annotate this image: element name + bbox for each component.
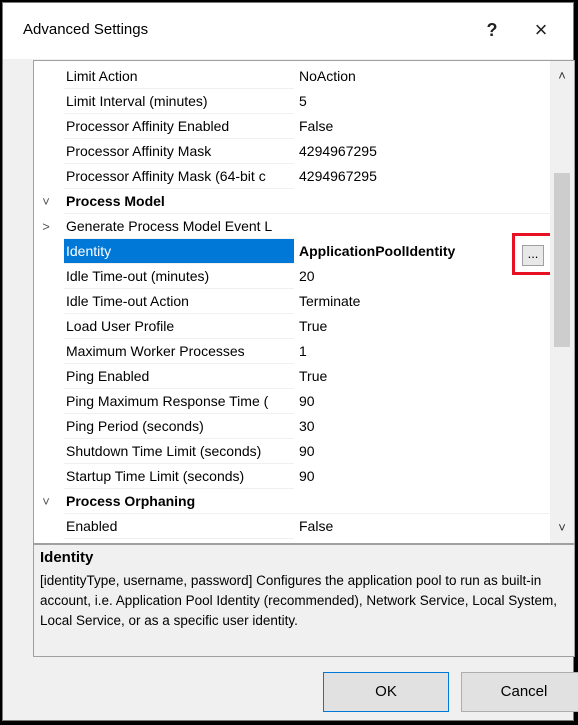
property-name: Load User Profile	[64, 314, 294, 339]
property-name: Ping Period (seconds)	[64, 414, 294, 439]
row-gutter	[34, 139, 58, 164]
dialog-title: Advanced Settings	[23, 21, 149, 38]
property-value[interactable]: 90	[296, 464, 554, 489]
property-value[interactable]: 90	[296, 439, 554, 464]
property-value[interactable]: 4294967295	[296, 139, 554, 164]
property-value[interactable]: 5	[296, 89, 554, 114]
property-row[interactable]: Maximum Worker Processes 1	[34, 339, 554, 364]
property-name: Ping Maximum Response Time (	[64, 389, 294, 414]
property-value[interactable]: Terminate	[296, 289, 554, 314]
advanced-settings-dialog: Advanced Settings ? × Limit Action NoActi…	[2, 2, 578, 721]
property-row[interactable]: Load User Profile True	[34, 314, 554, 339]
property-name: Shutdown Time Limit (seconds)	[64, 439, 294, 464]
property-row[interactable]: Shutdown Time Limit (seconds) 90	[34, 439, 554, 464]
property-name: Ping Enabled	[64, 364, 294, 389]
scroll-down-icon[interactable]: ˅	[550, 517, 574, 539]
property-name: Limit Interval (minutes)	[64, 89, 294, 114]
category-label: Process Model	[64, 189, 554, 214]
property-value[interactable]: NoAction	[296, 64, 554, 89]
category-label: Process Orphaning	[64, 489, 554, 514]
property-row[interactable]: Ping Maximum Response Time (90	[34, 389, 554, 414]
highlight-annotation	[512, 233, 554, 275]
property-value[interactable]: 90	[296, 389, 554, 414]
row-gutter	[34, 64, 58, 89]
property-name: Enabled	[64, 514, 294, 539]
title-bar: Advanced Settings ? ×	[3, 3, 573, 59]
property-name: Processor Affinity Mask	[64, 139, 294, 164]
ok-button[interactable]: OK	[323, 672, 449, 712]
property-row[interactable]: Limit Action NoAction	[34, 64, 554, 89]
row-gutter	[34, 164, 58, 189]
description-panel: Identity [identityType, username, passwo…	[33, 544, 575, 657]
property-row[interactable]: Startup Time Limit (seconds) 90	[34, 464, 554, 489]
property-row[interactable]: Processor Affinity Enabled False	[34, 114, 554, 139]
row-gutter	[34, 339, 58, 364]
category-row[interactable]: ˅ Process Orphaning	[34, 489, 554, 514]
property-row[interactable]: Idle Time-out (minutes) 20	[34, 264, 554, 289]
property-name: Identity	[64, 239, 294, 264]
property-row[interactable]: Identity ApplicationPoolIdentity	[34, 239, 554, 264]
scrollbar[interactable]: ˄ ˅	[550, 61, 574, 543]
property-row[interactable]: Ping Enabled True	[34, 364, 554, 389]
property-row[interactable]: Processor Affinity Mask 4294967295	[34, 139, 554, 164]
cancel-button[interactable]: Cancel	[461, 672, 578, 712]
property-name: Idle Time-out (minutes)	[64, 264, 294, 289]
row-gutter	[34, 364, 58, 389]
property-value[interactable]: False	[296, 514, 554, 539]
row-gutter	[34, 314, 58, 339]
property-row[interactable]: Idle Time-out Action Terminate	[34, 289, 554, 314]
property-row[interactable]: Enabled False	[34, 514, 554, 539]
row-gutter	[34, 414, 58, 439]
scrollbar-thumb[interactable]	[554, 173, 570, 347]
help-icon[interactable]: ?	[478, 15, 506, 45]
collapse-icon[interactable]: ˅	[34, 489, 58, 514]
property-name: Maximum Worker Processes	[64, 339, 294, 364]
row-gutter	[34, 439, 58, 464]
property-value[interactable]: 4294967295	[296, 164, 554, 189]
property-row[interactable]: Ping Period (seconds) 30	[34, 414, 554, 439]
property-value[interactable]: 1	[296, 339, 554, 364]
row-gutter	[34, 289, 58, 314]
row-gutter	[34, 89, 58, 114]
property-value[interactable]: False	[296, 114, 554, 139]
property-value[interactable]: True	[296, 314, 554, 339]
row-gutter	[34, 264, 58, 289]
property-name: Limit Action	[64, 64, 294, 89]
property-name: Generate Process Model Event L	[64, 214, 294, 239]
category-row[interactable]: ˅ Process Model	[34, 189, 554, 214]
property-value[interactable]: True	[296, 364, 554, 389]
row-gutter	[34, 389, 58, 414]
property-name: Processor Affinity Enabled	[64, 114, 294, 139]
description-text: [identityType, username, password] Confi…	[40, 573, 557, 628]
close-icon[interactable]: ×	[523, 15, 559, 45]
description-title: Identity	[40, 549, 94, 566]
property-name: Processor Affinity Mask (64-bit c	[64, 164, 294, 189]
collapse-icon[interactable]: ˅	[34, 189, 58, 214]
row-gutter	[34, 114, 58, 139]
expand-icon[interactable]: >	[34, 214, 58, 239]
row-gutter	[34, 239, 58, 264]
row-gutter	[34, 464, 58, 489]
property-row[interactable]: > Generate Process Model Event L	[34, 214, 554, 239]
scroll-up-icon[interactable]: ˄	[550, 65, 574, 87]
property-row[interactable]: Limit Interval (minutes) 5	[34, 89, 554, 114]
property-value[interactable]: 30	[296, 414, 554, 439]
property-grid: Limit Action NoAction Limit Interval (minu…	[33, 60, 575, 544]
row-gutter	[34, 514, 58, 539]
property-name: Startup Time Limit (seconds)	[64, 464, 294, 489]
property-row[interactable]: Processor Affinity Mask (64-bit c 4294967…	[34, 164, 554, 189]
property-name: Idle Time-out Action	[64, 289, 294, 314]
